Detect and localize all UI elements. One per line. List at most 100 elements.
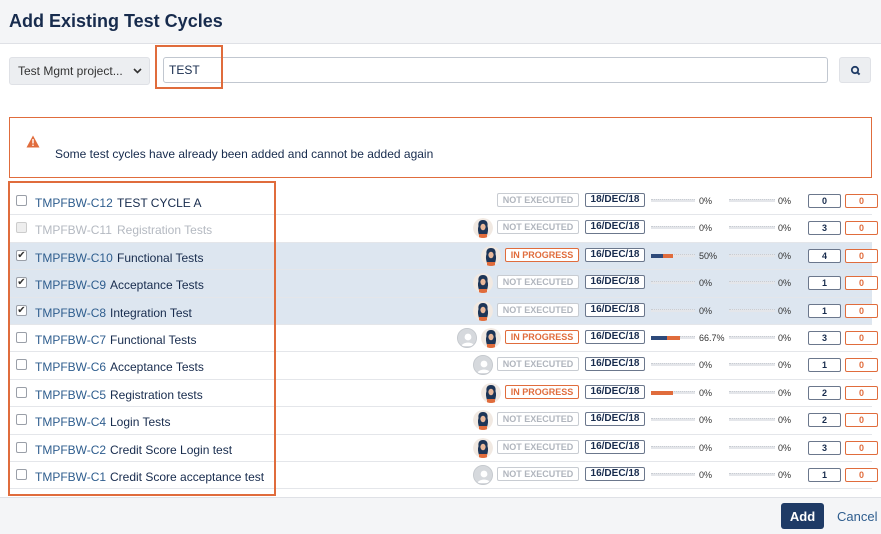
table-row[interactable]: TMPFBW-C12 TEST CYCLE A NOT EXECUTED 18/DEC… [9, 188, 878, 216]
execution-progress-bar [651, 418, 695, 422]
defect-progress-percent: 0% [778, 278, 792, 289]
table-row[interactable]: TMPFBW-C4 Login Tests NOT EXECUTED 16/DEC/1… [9, 407, 878, 435]
execution-progress-percent: 0% [699, 305, 713, 316]
table-row[interactable]: TMPFBW-C7 Functional Tests IN PROGRESS 16/D… [9, 325, 878, 353]
cycle-date: 18/DEC/18 [585, 193, 645, 207]
cycle-key: TMPFBW-C10 [35, 250, 113, 265]
test-count-badge: 1 [808, 276, 841, 291]
avatar-placeholder [473, 355, 493, 376]
table-row[interactable]: TMPFBW-C2 Credit Score Login test NOT EXEC… [9, 435, 878, 462]
defect-progress-percent: 0% [778, 469, 792, 480]
row-checkbox[interactable] [16, 386, 27, 398]
execution-progress-percent: 0% [699, 387, 713, 398]
status-badge: IN PROGRESS [505, 384, 579, 399]
search-input[interactable] [163, 57, 828, 83]
project-select[interactable]: Test Mgmt project... [9, 57, 150, 85]
cycle-date: 16/DEC/18 [585, 384, 645, 399]
cycle-date: 16/DEC/18 [585, 329, 645, 344]
cycle-key: TMPFBW-C6 [35, 360, 107, 375]
execution-progress-bar [651, 390, 695, 395]
chevron-down-icon [133, 58, 142, 95]
table-row[interactable]: TMPFBW-C6 Acceptance Tests NOT EXECUTED 16/… [9, 352, 878, 380]
cycle-key: TMPFBW-C1 [35, 469, 107, 484]
status-badge: NOT EXECUTED [497, 220, 579, 235]
search-button[interactable] [839, 57, 871, 83]
defect-progress-percent: 0% [778, 305, 792, 316]
cycle-date: 16/DEC/18 [585, 412, 645, 427]
avatar-placeholder [473, 464, 493, 485]
status-badge: NOT EXECUTED [497, 275, 579, 290]
defect-progress-percent: 0% [778, 332, 792, 343]
execution-progress-bar [651, 199, 695, 202]
table-row[interactable]: ✔ TMPFBW-C9 Acceptance Tests NOT EXECUTED 16… [9, 270, 878, 298]
defect-progress-percent: 0% [778, 415, 792, 426]
table-row[interactable]: ✔ TMPFBW-C8 Integration Test NOT EXECUTED 16… [9, 297, 878, 325]
test-count-badge: 0 [808, 194, 841, 208]
execution-progress-percent: 0% [699, 278, 713, 289]
cycle-date: 16/DEC/18 [585, 357, 645, 372]
cycle-key: TMPFBW-C12 [35, 196, 113, 210]
execution-progress-bar [651, 226, 695, 230]
row-checkbox[interactable]: ✔ [16, 249, 27, 261]
row-checkbox[interactable] [16, 359, 27, 371]
warning-message-box: Some test cycles have already been added… [9, 117, 872, 178]
row-checkbox[interactable] [16, 468, 27, 480]
defect-count-badge: 0 [845, 221, 878, 236]
test-count-badge: 3 [808, 221, 841, 236]
execution-progress-percent: 0% [699, 442, 713, 453]
execution-progress-percent: 0% [699, 223, 713, 234]
cycle-name: Registration Tests [117, 223, 213, 238]
row-checkbox[interactable] [16, 414, 27, 426]
cycle-name: Credit Score Login test [110, 442, 233, 457]
status-badge: NOT EXECUTED [497, 193, 579, 207]
cycle-name: Registration tests [110, 387, 203, 402]
cycle-date: 16/DEC/18 [585, 466, 645, 481]
defect-count-badge: 0 [845, 248, 878, 263]
execution-progress-bar [651, 363, 695, 367]
defect-progress-bar [729, 308, 775, 312]
defect-count-badge: 0 [845, 194, 878, 208]
defect-count-badge: 0 [845, 358, 878, 373]
defect-count-badge: 0 [845, 303, 878, 318]
row-checkbox[interactable] [16, 195, 27, 206]
table-row: TMPFBW-C11 Registration Tests NOT EXECUTED… [9, 215, 878, 243]
row-checkbox[interactable]: ✔ [16, 304, 27, 316]
defect-count-badge: 0 [845, 385, 878, 400]
defect-progress-percent: 0% [778, 250, 792, 261]
table-row[interactable]: TMPFBW-C5 Registration tests IN PROGRESS 16… [9, 380, 878, 408]
execution-progress-percent: 0% [699, 360, 713, 371]
search-icon [850, 65, 861, 76]
test-count-badge: 2 [808, 385, 841, 400]
avatar [481, 382, 501, 403]
defect-progress-bar [729, 445, 775, 449]
test-count-badge: 3 [808, 330, 841, 345]
warning-text: Some test cycles have already been added… [55, 147, 434, 161]
add-button[interactable]: Add [781, 503, 824, 529]
status-badge: NOT EXECUTED [497, 412, 579, 427]
cycle-date: 16/DEC/18 [585, 439, 645, 454]
avatar-placeholder [457, 327, 477, 348]
row-checkbox[interactable] [16, 331, 27, 343]
cycle-key: TMPFBW-C9 [35, 278, 107, 293]
defect-progress-bar [729, 363, 775, 367]
cycle-name: Acceptance Tests [110, 360, 204, 375]
defect-progress-bar [729, 226, 775, 230]
avatar [473, 410, 493, 431]
table-row[interactable]: ✔ TMPFBW-C10 Functional Tests IN PROGRESS 16… [9, 242, 878, 271]
cancel-link[interactable]: Cancel [837, 509, 877, 524]
defect-progress-bar [729, 335, 775, 339]
test-count-badge: 2 [808, 413, 841, 428]
defect-progress-bar [729, 281, 775, 285]
defect-progress-percent: 0% [778, 387, 792, 398]
cycle-date: 16/DEC/18 [585, 247, 645, 262]
table-row[interactable]: TMPFBW-C1 Credit Score acceptance test NOT… [9, 462, 878, 490]
cycle-key: TMPFBW-C2 [35, 442, 107, 457]
avatar [473, 437, 493, 458]
execution-progress-percent: 50% [699, 250, 718, 261]
dialog-title: Add Existing Test Cycles [9, 11, 223, 31]
defect-progress-bar [729, 199, 775, 202]
row-checkbox[interactable]: ✔ [16, 277, 27, 289]
row-checkbox[interactable] [16, 441, 27, 453]
test-count-badge: 1 [808, 358, 841, 373]
execution-progress-bar [651, 308, 695, 312]
